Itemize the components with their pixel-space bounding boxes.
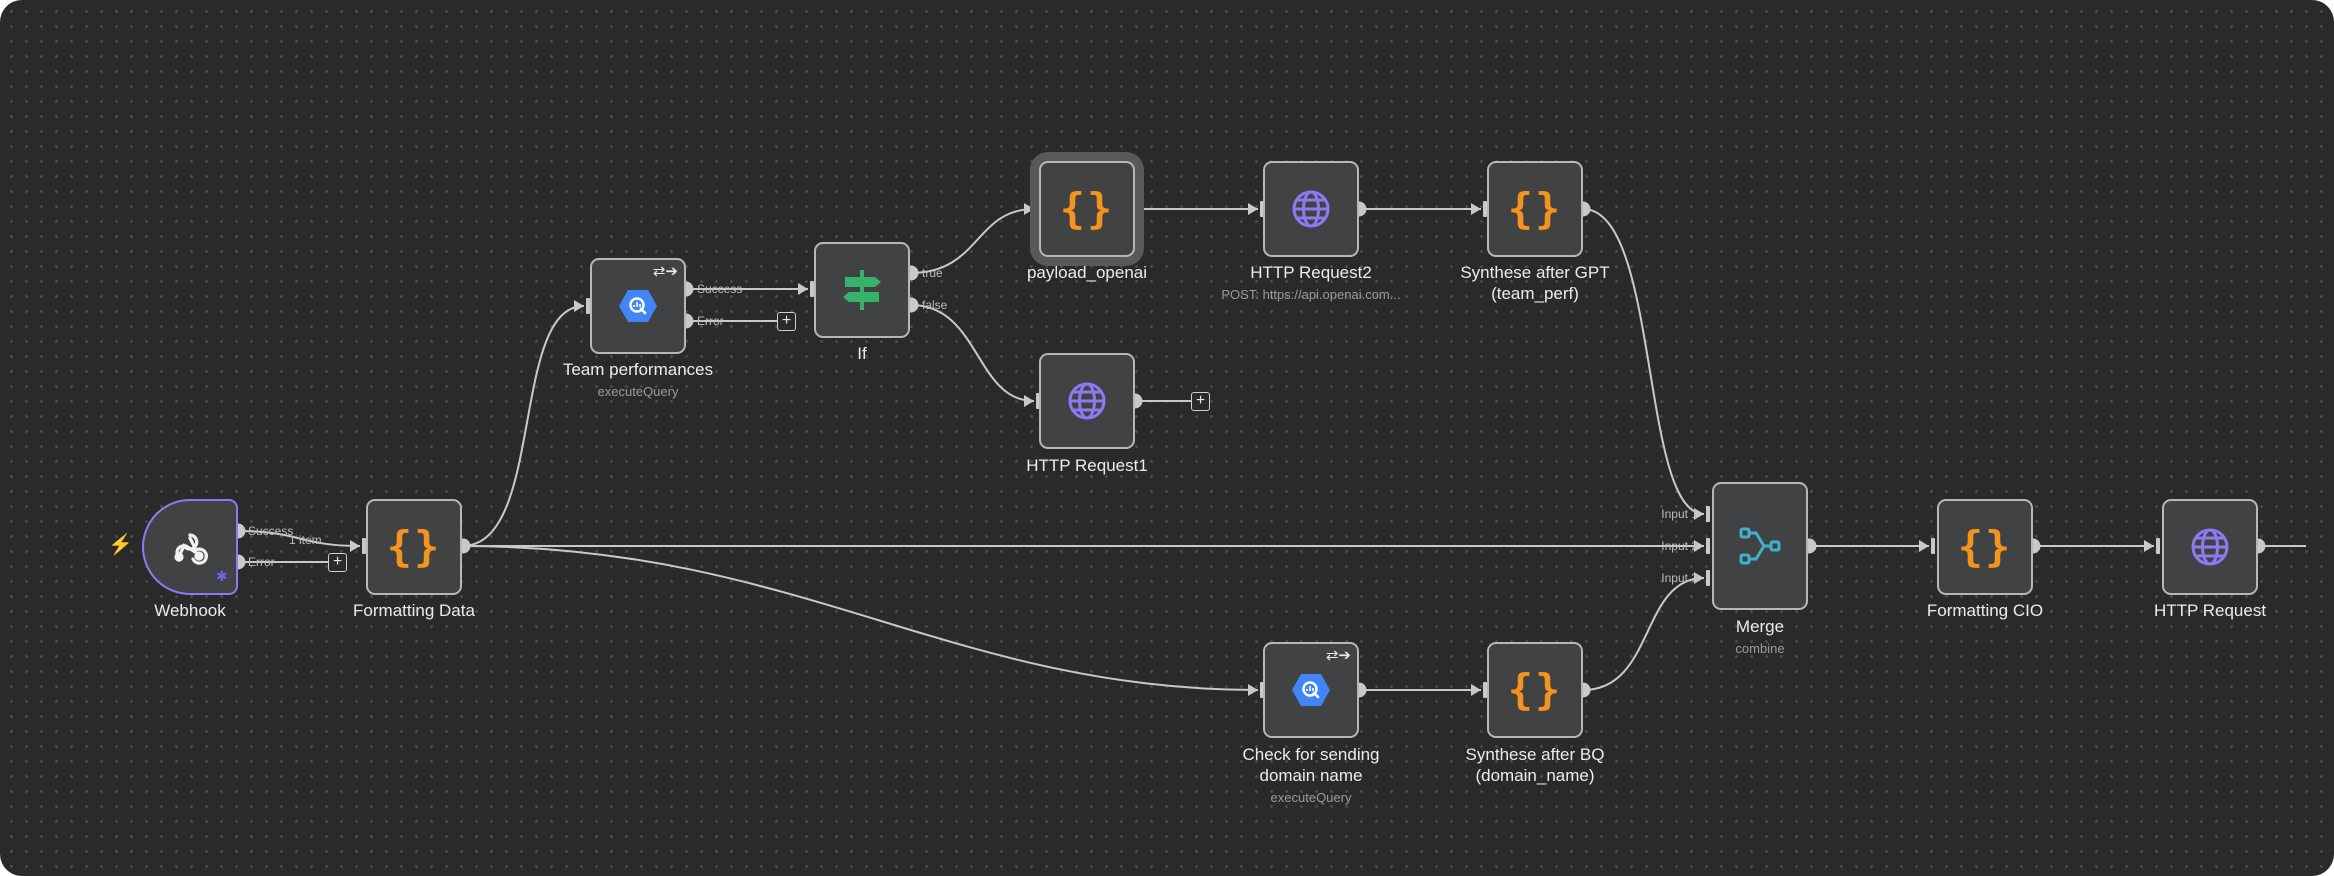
node-http-request2-label: HTTP Request2 (1250, 263, 1372, 282)
connections-layer (230, 201, 2306, 698)
node-synthese-gpt-label-line2: (team_perf) (1491, 284, 1579, 303)
node-synthese-gpt[interactable]: {} (1487, 161, 1583, 257)
webhook-port-success: Success (248, 524, 294, 538)
node-if-label: If (857, 344, 867, 363)
node-synthese-bq[interactable]: {} (1487, 642, 1583, 738)
node-team-performances-subtitle: executeQuery (597, 384, 679, 399)
code-braces-icon: {} (1507, 665, 1563, 714)
node-check-domain-subtitle: executeQuery (1270, 790, 1352, 805)
add-node-button[interactable]: + (777, 312, 796, 331)
node-webhook-label: Webhook (154, 601, 226, 620)
pin-icon: ✱ (216, 568, 228, 584)
if-port-true: true (922, 266, 943, 280)
node-merge-subtitle: combine (1735, 641, 1785, 656)
node-formatting-cio-label: Formatting CIO (1926, 601, 2044, 620)
edge-formatting-team (461, 305, 585, 547)
node-http-request1[interactable] (1039, 353, 1135, 449)
code-braces-icon: {} (386, 522, 442, 571)
webhook-icon (168, 525, 212, 569)
node-team-performances-label: Team performances (562, 360, 714, 379)
merge-icon (1738, 524, 1782, 568)
globe-icon (1291, 189, 1331, 229)
node-http-request2[interactable] (1263, 161, 1359, 257)
edge-formatting-check (461, 545, 1259, 691)
node-payload-openai-label: payload_openai (1026, 263, 1148, 282)
node-merge[interactable] (1712, 482, 1808, 610)
node-formatting-cio[interactable]: {} (1937, 499, 2033, 595)
node-check-domain-label-line2: domain name (1259, 766, 1363, 785)
code-braces-icon: {} (1507, 184, 1563, 233)
merge-input-1-label: Input 1 (1661, 507, 1698, 521)
globe-icon (1067, 381, 1107, 421)
node-payload-openai[interactable]: {} (1039, 161, 1135, 257)
node-formatting-data-label: Formatting Data (353, 601, 475, 620)
trigger-bolt-icon: ⚡ (108, 534, 133, 556)
node-http-request2-subtitle: POST: https://api.openai.com... (1221, 287, 1401, 302)
trigger-sync-badge-icon: ⇄➔ (652, 263, 678, 280)
add-node-button[interactable]: + (328, 553, 347, 572)
code-braces-icon: {} (1957, 522, 2013, 571)
node-formatting-data[interactable]: {} (366, 499, 462, 595)
code-braces-icon: {} (1059, 184, 1115, 233)
globe-icon (2190, 527, 2230, 567)
node-merge-label: Merge (1735, 617, 1785, 636)
node-synthese-bq-label-line2: (domain_name) (1475, 766, 1595, 785)
edge-synthgpt-merge (1582, 208, 1705, 515)
node-http-request-label: HTTP Request (2153, 601, 2267, 620)
node-synthese-gpt-label-line1: Synthese after GPT (1460, 263, 1610, 282)
node-http-request1-label: HTTP Request1 (1026, 456, 1148, 475)
bigquery-hexagon-icon (1291, 672, 1331, 708)
team-port-error: Error (697, 314, 724, 328)
webhook-port-error: Error (248, 555, 275, 569)
node-check-domain-label-line1: Check for sending (1242, 745, 1380, 764)
merge-input-3-label: Input 3 (1661, 571, 1698, 585)
workflow-canvas[interactable]: ⚡ ✱ Success Error 1 item + Webhook {} Fo… (0, 0, 2334, 876)
node-check-domain[interactable]: ⇄➔ (1263, 642, 1359, 738)
webhook-item-count: 1 item (289, 533, 322, 547)
add-node-button[interactable]: + (1191, 392, 1210, 411)
node-if[interactable] (814, 242, 910, 338)
trigger-sync-badge-icon: ⇄➔ (1325, 647, 1351, 664)
node-http-request[interactable] (2162, 499, 2258, 595)
bigquery-hexagon-icon (618, 288, 658, 324)
merge-input-2-label: Input 2 (1661, 539, 1698, 553)
team-port-success: Success (697, 282, 743, 296)
signpost-icon (841, 268, 883, 312)
node-team-performances[interactable]: ⇄➔ (590, 258, 686, 354)
node-synthese-bq-label-line1: Synthese after BQ (1465, 745, 1605, 764)
if-port-false: false (922, 298, 948, 312)
